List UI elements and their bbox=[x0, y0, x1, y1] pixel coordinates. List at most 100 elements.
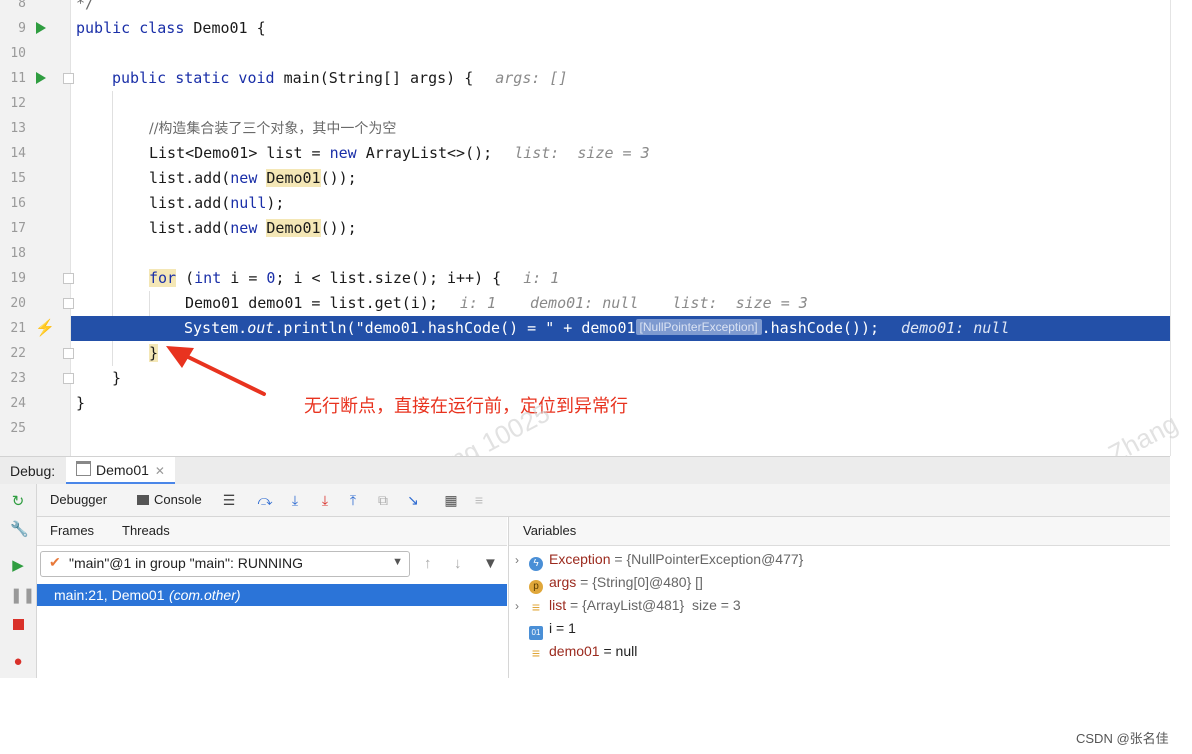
annotation-arrow bbox=[166, 346, 266, 396]
debug-session-tab[interactable]: Demo01 ✕ bbox=[66, 457, 175, 485]
thread-selector[interactable]: ✔ "main"@1 in group "main": RUNNING ▼ bbox=[40, 551, 410, 577]
editor-edge bbox=[1170, 0, 1171, 456]
line-number: 24 bbox=[10, 396, 26, 411]
line-number: 16 bbox=[10, 196, 26, 211]
inline-value-hint: list: size = 3 bbox=[672, 294, 808, 312]
view-breakpoints-icon[interactable]: ● bbox=[10, 654, 26, 670]
step-over-icon[interactable]: ⤓ bbox=[287, 492, 303, 508]
line-number: 17 bbox=[10, 221, 26, 236]
menu-icon[interactable]: ☰ bbox=[221, 492, 237, 508]
line-number: 10 bbox=[10, 46, 26, 61]
line-number: 9 bbox=[18, 21, 26, 36]
line-number: 23 bbox=[10, 371, 26, 386]
resume-icon[interactable]: ▶ bbox=[10, 558, 26, 574]
pause-icon[interactable]: ❚❚ bbox=[10, 588, 35, 604]
previous-thread-icon[interactable]: ↑ bbox=[424, 555, 432, 572]
variable-row[interactable]: ≡ demo01 = null bbox=[515, 640, 637, 662]
variable-row[interactable]: p args = {String[0]@480} [] bbox=[515, 571, 703, 594]
line-number: 21 bbox=[10, 321, 26, 336]
inline-value-hint: args: [] bbox=[495, 69, 568, 87]
filter-icon[interactable]: ▼ bbox=[483, 555, 498, 572]
line-number: 13 bbox=[10, 121, 26, 136]
tab-debugger[interactable]: Debugger bbox=[50, 484, 107, 516]
variable-row[interactable]: 01 i = 1 bbox=[515, 617, 576, 640]
exception-breakpoint-icon[interactable]: ⚡ bbox=[35, 316, 55, 341]
expand-icon[interactable]: › bbox=[515, 549, 529, 571]
code-line-15[interactable]: list.add(new Demo01()); bbox=[149, 166, 357, 191]
expand-icon[interactable]: › bbox=[515, 595, 529, 617]
code-line-14[interactable]: List<Demo01> list = new ArrayList<>(); li… bbox=[149, 141, 650, 166]
fold-icon[interactable] bbox=[63, 298, 74, 309]
fold-icon[interactable] bbox=[63, 348, 74, 359]
code-line-16[interactable]: list.add(null); bbox=[149, 191, 284, 216]
exception-inline-tag: [NullPointerException] bbox=[635, 319, 762, 335]
fold-icon[interactable] bbox=[63, 73, 74, 84]
code-line-8[interactable]: */ bbox=[76, 0, 94, 16]
console-window-icon bbox=[76, 461, 91, 476]
annotation-text: 无行断点，直接在运行前，定位到异常行 bbox=[304, 396, 628, 416]
variables-header: Variables bbox=[509, 517, 1170, 546]
code-line-17[interactable]: list.add(new Demo01()); bbox=[149, 216, 357, 241]
code-line-11[interactable]: public static void main(String[] args) {… bbox=[112, 66, 568, 91]
debug-tool-window-header: Debug: Demo01 ✕ bbox=[0, 456, 1170, 486]
inline-value-hint: list: size = 3 bbox=[514, 144, 650, 162]
stop-icon[interactable] bbox=[10, 618, 26, 634]
code-line-19[interactable]: for (int i = 0; i < list.size(); i++) {i… bbox=[149, 266, 559, 291]
inline-value-hint: demo01: null bbox=[901, 319, 1010, 337]
tab-frames[interactable]: Frames bbox=[50, 517, 94, 545]
variable-row[interactable]: › ϟ Exception = {NullPointerException@477} bbox=[515, 548, 803, 571]
line-number: 8 bbox=[18, 0, 26, 11]
field-icon: ≡ bbox=[531, 645, 541, 661]
frames-header: Frames Threads bbox=[37, 517, 507, 546]
show-execution-point-icon[interactable]: ⤼ bbox=[257, 492, 273, 508]
code-line-23[interactable]: } bbox=[112, 366, 121, 391]
tab-threads[interactable]: Threads bbox=[122, 517, 170, 545]
fold-icon[interactable] bbox=[63, 373, 74, 384]
run-icon[interactable] bbox=[36, 72, 46, 84]
step-out-icon[interactable]: ⤒ bbox=[345, 492, 361, 508]
wrench-icon[interactable]: 🔧 bbox=[10, 522, 29, 538]
code-line-20[interactable]: Demo01 demo01 = list.get(i); i: 1 demo01: … bbox=[185, 291, 808, 316]
code-line-9[interactable]: public class Demo01 { bbox=[76, 16, 266, 41]
footer-credit: CSDN @张名佳 bbox=[1076, 731, 1169, 746]
code-line-13[interactable]: //构造集合装了三个对象，其中一个为空 bbox=[149, 116, 396, 141]
check-icon: ✔ bbox=[49, 554, 61, 570]
debug-label: Debug: bbox=[10, 463, 56, 479]
field-icon: ≡ bbox=[531, 599, 541, 615]
primitive-icon: 01 bbox=[529, 626, 543, 640]
trace-icon[interactable]: ≡ bbox=[471, 492, 487, 508]
inline-value-hint: i: 1 bbox=[523, 269, 560, 287]
variable-row[interactable]: › ≡ list = {ArrayList@481} size = 3 bbox=[515, 594, 741, 616]
line-number: 20 bbox=[10, 296, 26, 311]
evaluate-expression-icon[interactable]: ▦ bbox=[443, 492, 459, 508]
run-to-cursor-icon[interactable]: ↘ bbox=[405, 492, 421, 508]
current-line-highlight: System.out.println("demo01.hashCode() = … bbox=[71, 316, 1170, 341]
parameter-icon: p bbox=[529, 580, 543, 594]
panel-divider[interactable] bbox=[508, 517, 509, 678]
fold-icon[interactable] bbox=[63, 273, 74, 284]
rerun-icon[interactable]: ↻ bbox=[10, 494, 26, 510]
console-icon bbox=[137, 495, 149, 505]
step-into-icon[interactable]: ⤓ bbox=[317, 492, 333, 508]
line-number: 25 bbox=[10, 421, 26, 436]
frame-row-selected[interactable]: main:21, Demo01 (com.other) bbox=[37, 584, 507, 606]
line-number: 18 bbox=[10, 246, 26, 261]
inline-value-hint: demo01: null bbox=[530, 294, 639, 312]
inline-value-hint: i: 1 bbox=[459, 294, 496, 312]
variables-title: Variables bbox=[523, 523, 577, 538]
run-icon[interactable] bbox=[36, 22, 46, 34]
chevron-down-icon: ▼ bbox=[392, 556, 403, 568]
line-number: 11 bbox=[10, 71, 26, 86]
drop-frame-icon[interactable]: ⧉ bbox=[375, 492, 391, 508]
next-thread-icon[interactable]: ↓ bbox=[454, 555, 462, 572]
line-number: 12 bbox=[10, 96, 26, 111]
line-number: 15 bbox=[10, 171, 26, 186]
close-icon[interactable]: ✕ bbox=[155, 464, 165, 478]
line-number: 19 bbox=[10, 271, 26, 286]
frame-package: (com.other) bbox=[168, 587, 241, 603]
tab-console[interactable]: Console bbox=[137, 484, 202, 516]
code-line-21[interactable]: System.out.println("demo01.hashCode() = … bbox=[184, 316, 1009, 341]
code-line-22[interactable]: } bbox=[149, 341, 159, 366]
debugger-tab-bar: Debugger Console ☰ ⤼ ⤓ ⤓ ⤒ ⧉ ↘ ▦ ≡ bbox=[37, 484, 1170, 517]
code-line-24[interactable]: } bbox=[76, 391, 85, 416]
